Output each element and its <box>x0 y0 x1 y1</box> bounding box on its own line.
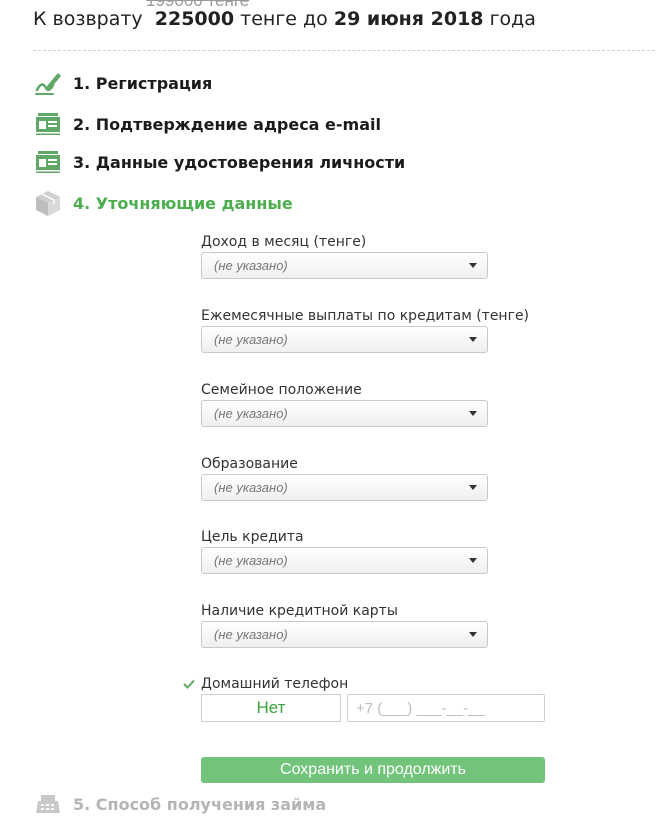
step-label: 4. Уточняющие данные <box>73 193 293 213</box>
step-email-confirmation: 2. Подтверждение адреса e-mail <box>33 108 633 140</box>
return-prefix: К возврату <box>33 8 143 30</box>
field-label: Семейное положение <box>201 382 362 398</box>
caret-down-icon <box>469 263 477 268</box>
return-suffix: года <box>489 8 536 30</box>
step-registration: 1. Регистрация <box>33 67 633 99</box>
caret-down-icon <box>469 337 477 342</box>
field-label: Доход в месяц (тенге) <box>201 234 367 250</box>
header-divider <box>33 50 655 51</box>
home-phone-input[interactable] <box>347 694 545 722</box>
step-label: 3. Данные удостоверения личности <box>73 152 406 172</box>
return-currency-until: тенге до <box>240 8 328 30</box>
select-value: (не указано) <box>214 332 288 347</box>
pen-signature-icon <box>33 68 63 98</box>
field-label: Наличие кредитной карты <box>201 603 398 619</box>
return-amount: 225000 <box>154 8 235 30</box>
loan-purpose-field: Цель кредита (не указано) <box>201 528 488 574</box>
field-label: Образование <box>201 456 298 472</box>
caret-down-icon <box>469 558 477 563</box>
credit-card-field: Наличие кредитной карты (не указано) <box>201 602 488 648</box>
cash-register-icon <box>33 789 63 819</box>
field-label: Цель кредита <box>201 529 304 545</box>
select-value: (не указано) <box>214 627 288 642</box>
caret-down-icon <box>469 485 477 490</box>
credit-card-select[interactable]: (не указано) <box>201 621 488 648</box>
step-id-data: 3. Данные удостоверения личности <box>33 146 633 178</box>
id-card-icon <box>33 109 63 139</box>
no-home-phone-button[interactable]: Нет <box>201 694 341 722</box>
field-label: Домашний телефон <box>201 676 349 692</box>
caret-down-icon <box>469 632 477 637</box>
select-value: (не указано) <box>214 406 288 421</box>
return-summary: К возврату 225000 тенге до 29 июня 2018 … <box>33 8 536 30</box>
home-phone-field: Домашний телефон Нет <box>183 675 563 722</box>
box-icon <box>33 188 63 218</box>
step-payout-method: 5. Способ получения займа <box>33 788 633 820</box>
income-field: Доход в месяц (тенге) (не указано) <box>201 233 488 279</box>
income-select[interactable]: (не указано) <box>201 252 488 279</box>
select-value: (не указано) <box>214 480 288 495</box>
select-value: (не указано) <box>214 553 288 568</box>
field-label: Ежемесячные выплаты по кредитам (тенге) <box>201 308 530 324</box>
loan-purpose-select[interactable]: (не указано) <box>201 547 488 574</box>
step-additional-data: 4. Уточняющие данные <box>33 187 633 219</box>
education-select[interactable]: (не указано) <box>201 474 488 501</box>
step-label: 2. Подтверждение адреса e-mail <box>73 114 381 134</box>
education-field: Образование (не указано) <box>201 455 488 501</box>
caret-down-icon <box>469 411 477 416</box>
checkmark-icon <box>183 675 201 693</box>
select-value: (не указано) <box>214 258 288 273</box>
save-and-continue-button[interactable]: Сохранить и продолжить <box>201 757 545 783</box>
credit-payments-select[interactable]: (не указано) <box>201 326 488 353</box>
marital-status-select[interactable]: (не указано) <box>201 400 488 427</box>
step-label: 5. Способ получения займа <box>73 794 327 814</box>
id-card-icon <box>33 147 63 177</box>
step-label: 1. Регистрация <box>73 73 213 93</box>
credit-payments-field: Ежемесячные выплаты по кредитам (тенге) … <box>201 307 530 353</box>
return-date: 29 июня 2018 <box>333 8 484 30</box>
marital-status-field: Семейное положение (не указано) <box>201 381 488 427</box>
